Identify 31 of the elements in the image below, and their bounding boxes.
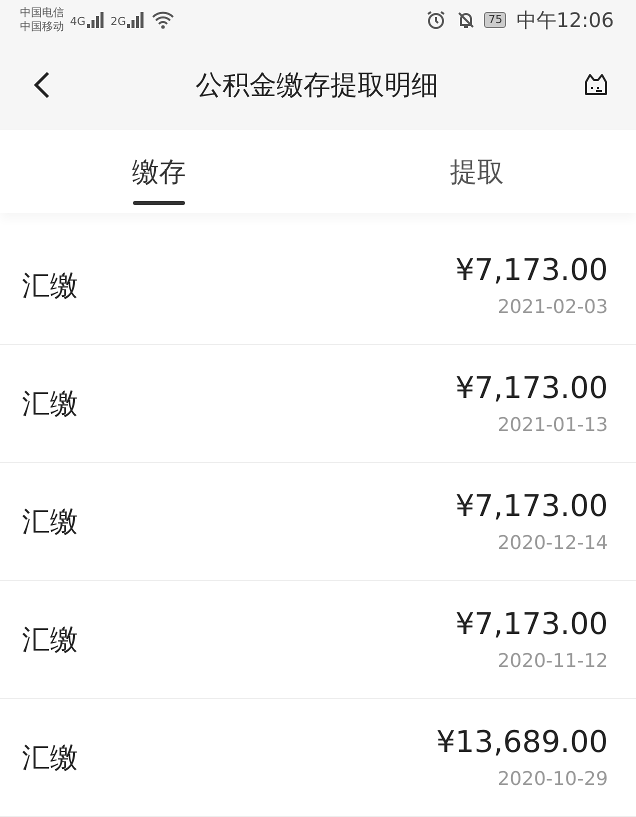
carrier-name: 中国电信: [20, 6, 64, 20]
record-type: 汇缴: [22, 268, 79, 304]
record-type: 汇缴: [22, 622, 79, 658]
cat-face-icon: [582, 72, 610, 98]
network-type: 4G: [70, 15, 86, 28]
record-amount: ¥13,689.00: [436, 725, 608, 760]
record-amount: ¥7,173.00: [455, 489, 608, 524]
record-date: 2020-12-14: [498, 532, 608, 554]
page-title: 公积金缴存提取明细: [194, 69, 440, 103]
alarm-icon: [426, 10, 446, 30]
clock-time: 中午12:06: [516, 6, 614, 34]
wifi-icon: [151, 11, 176, 29]
carrier-name: 中国移动: [20, 20, 64, 34]
network-type: 2G: [110, 15, 126, 28]
bell-off-icon: [456, 10, 476, 30]
chevron-left-icon: [32, 70, 52, 100]
record-type: 汇缴: [22, 740, 79, 776]
record-type: 汇缴: [22, 386, 79, 422]
battery-level: 75: [484, 12, 506, 28]
record-date: 2021-02-03: [498, 296, 608, 318]
tab[interactable]: 提取: [318, 130, 636, 213]
record-type: 汇缴: [22, 504, 79, 540]
record-amount: ¥7,173.00: [455, 371, 608, 406]
record-amount: ¥7,173.00: [455, 253, 608, 288]
record-date: 2020-10-29: [498, 768, 608, 790]
signal-icon: [127, 12, 146, 28]
record-date: 2021-01-13: [498, 414, 608, 436]
signal-icon: [86, 12, 105, 28]
tab[interactable]: 缴存: [0, 130, 318, 213]
record-amount: ¥7,173.00: [455, 607, 608, 642]
record-date: 2020-11-12: [498, 650, 608, 672]
